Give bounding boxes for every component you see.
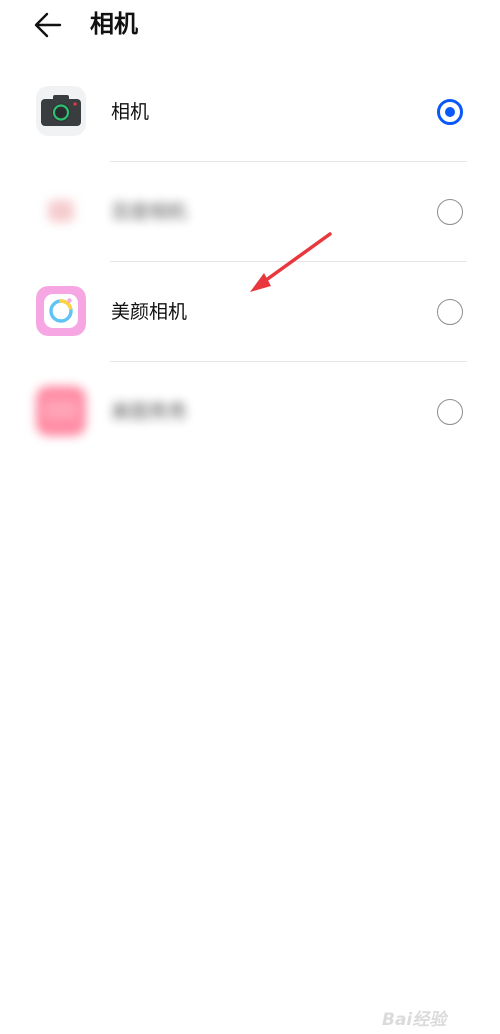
app-row-blurred-1[interactable]: 百度相机 [0,162,500,262]
blurred-app-icon [36,186,86,236]
radio-button[interactable] [437,399,463,425]
app-row-beauty-camera[interactable]: 美颜相机 [0,262,500,362]
radio-button[interactable] [437,299,463,325]
app-row-blurred-2[interactable]: 美图秀秀 [0,362,500,462]
beauty-camera-app-icon [36,286,86,336]
watermark-logo: Bai经验 [382,1002,472,1030]
page-title: 相机 [90,10,138,38]
watermark-text: Bai经验 [382,1010,447,1030]
radio-button-selected[interactable] [437,99,463,125]
app-label: 相机 [111,101,150,123]
header-bar: 相机 [0,0,500,50]
arrow-left-icon [34,12,62,38]
back-button[interactable] [30,8,66,42]
camera-app-icon [36,86,86,136]
app-label: 美图秀秀 [111,401,188,423]
radio-button[interactable] [437,199,463,225]
app-label: 美颜相机 [111,301,188,323]
blurred-app-icon [36,386,86,436]
app-label: 百度相机 [111,201,188,223]
app-list: 相机 百度相机 美颜相机 美图秀秀 [0,62,500,462]
app-row-camera[interactable]: 相机 [0,62,500,162]
